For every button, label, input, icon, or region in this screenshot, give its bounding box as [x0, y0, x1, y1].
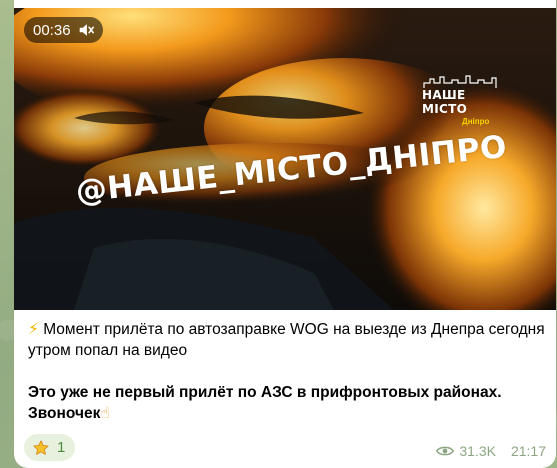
video-player[interactable]: 00:36 НАШЕ МІСТО Дніпро @НАШЕ_МІСТО_ДНІП… [14, 8, 556, 310]
star-icon [33, 439, 49, 455]
reaction-count: 1 [57, 439, 66, 456]
lightning-icon: ⚡ [28, 320, 39, 338]
speaker-muted-icon[interactable] [77, 21, 95, 39]
eye-icon [436, 446, 455, 456]
message-paragraph-2: Это уже не первый прилёт по АЗС в прифро… [28, 382, 548, 424]
logo-title: НАШЕ МІСТО [422, 88, 468, 116]
message-text: ⚡ Момент прилёта по автозаправке WOG на … [28, 319, 548, 424]
message-line-1: Момент прилёта по автозаправке WOG на вы… [28, 321, 545, 359]
city-skyline-icon [423, 75, 497, 88]
channel-logo: НАШЕ МІСТО Дніпро [422, 74, 508, 126]
video-duration-badge[interactable]: 00:36 [24, 17, 103, 43]
reaction-chip[interactable]: 1 [24, 434, 76, 461]
message-time: 21:17 [510, 443, 546, 459]
message-paragraph-1: ⚡ Момент прилёта по автозаправке WOG на … [28, 319, 548, 361]
logo-subtitle: Дніпро [462, 117, 490, 126]
message-meta: 31.3K 21:17 [436, 443, 546, 459]
video-duration: 00:36 [33, 21, 71, 39]
views-count: 31.3K [459, 443, 496, 459]
pointing-up-icon: ☝ [100, 404, 110, 422]
message-bubble: 00:36 НАШЕ МІСТО Дніпро @НАШЕ_МІСТО_ДНІП… [14, 0, 556, 468]
